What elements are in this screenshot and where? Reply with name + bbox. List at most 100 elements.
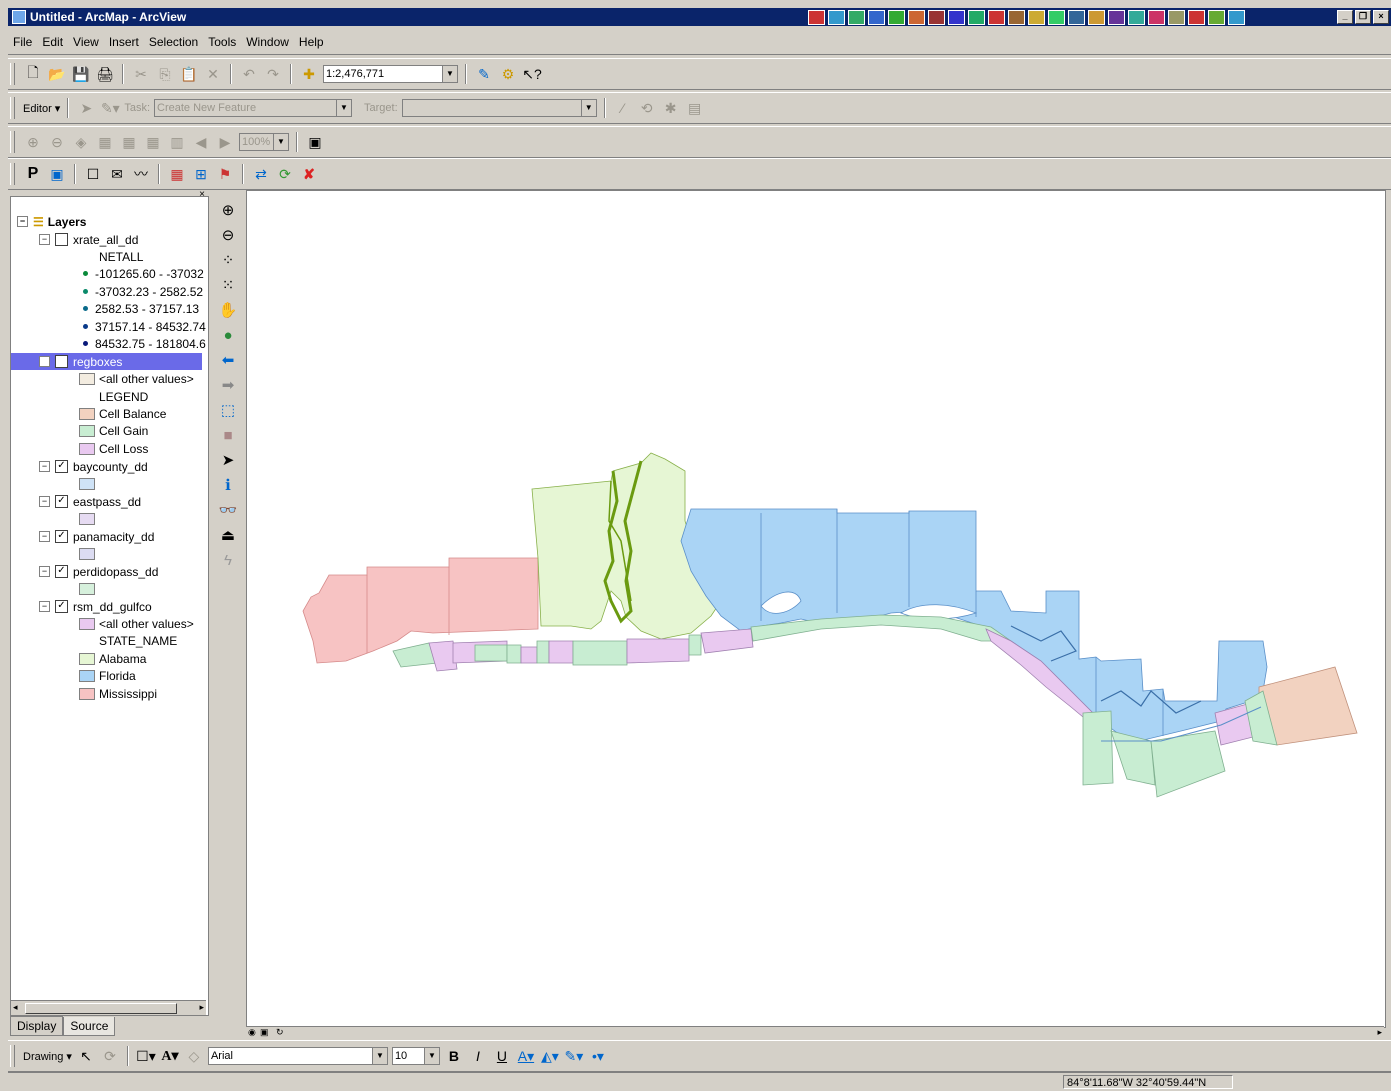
- layer-visibility-checkbox[interactable]: ✓: [55, 495, 68, 508]
- line-color-icon[interactable]: ✎▾: [564, 1046, 584, 1066]
- select-elements-icon[interactable]: ↖: [76, 1046, 96, 1066]
- p-tool-button[interactable]: P: [23, 164, 43, 184]
- edit-tool-arrow-icon[interactable]: ➤: [76, 98, 96, 118]
- menu-window[interactable]: Window: [241, 35, 294, 49]
- new-text-icon[interactable]: A▾: [160, 1046, 180, 1066]
- measure-icon[interactable]: ⏏: [218, 525, 238, 545]
- rectangle-icon[interactable]: ☐: [83, 164, 103, 184]
- collapse-icon[interactable]: −: [39, 356, 50, 367]
- map-horizontal-scrollbar[interactable]: ◉ ▣ ↻ ▸: [246, 1026, 1384, 1039]
- menu-insert[interactable]: Insert: [104, 35, 144, 49]
- new-document-icon[interactable]: 🗋: [23, 64, 43, 84]
- zoom-in-icon[interactable]: ⊕: [218, 200, 238, 220]
- copy-icon[interactable]: ⎘: [155, 64, 175, 84]
- full-extent-globe-icon[interactable]: ●: [218, 325, 238, 345]
- identify-icon[interactable]: ℹ: [218, 475, 238, 495]
- underline-button[interactable]: U: [492, 1046, 512, 1066]
- collapse-icon[interactable]: −: [39, 461, 50, 472]
- table-icon[interactable]: ▥: [167, 132, 187, 152]
- edit-vertices-icon[interactable]: ◇: [184, 1046, 204, 1066]
- find-binoculars-icon[interactable]: 👓: [218, 500, 238, 520]
- menu-view[interactable]: View: [68, 35, 104, 49]
- italic-button[interactable]: I: [468, 1046, 488, 1066]
- layer-panamacity-dd[interactable]: − ✓ panamacity_dd: [39, 528, 154, 545]
- map-display[interactable]: [246, 190, 1386, 1028]
- chevron-down-icon[interactable]: ▼: [371, 1048, 387, 1064]
- grid-icon[interactable]: ▦: [119, 132, 139, 152]
- envelope-icon[interactable]: ✉: [107, 164, 127, 184]
- chevron-down-icon[interactable]: ▼: [336, 100, 352, 116]
- data-view-icon[interactable]: ◉: [248, 1027, 256, 1038]
- paste-icon[interactable]: 📋: [179, 64, 199, 84]
- tab-display[interactable]: Display: [10, 1016, 64, 1036]
- grid-icon[interactable]: ▦: [95, 132, 115, 152]
- collapse-icon[interactable]: −: [17, 216, 28, 227]
- drawing-menu-button[interactable]: Drawing ▾: [23, 1050, 72, 1063]
- edit-table-icon[interactable]: ▦: [167, 164, 187, 184]
- select-grid-icon[interactable]: ⊞: [191, 164, 211, 184]
- back-arrow-icon[interactable]: ⬅: [218, 350, 238, 370]
- add-data-icon[interactable]: ✚: [299, 64, 319, 84]
- hyperlink-lightning-icon[interactable]: ϟ: [218, 550, 238, 570]
- split-tool-icon[interactable]: ⁄: [613, 98, 633, 118]
- layer-visibility-checkbox[interactable]: ✓: [55, 530, 68, 543]
- cut-icon[interactable]: ✂: [131, 64, 151, 84]
- identify-features-icon[interactable]: ▣: [305, 132, 325, 152]
- sketch-pencil-icon[interactable]: ✎▾: [100, 98, 120, 118]
- select-features-icon[interactable]: ⬚: [218, 400, 238, 420]
- collapse-icon[interactable]: −: [39, 566, 50, 577]
- layer-visibility-checkbox[interactable]: ✓: [55, 600, 68, 613]
- layer-visibility-checkbox[interactable]: ✓: [55, 460, 68, 473]
- map-tool-icon[interactable]: ▣: [47, 164, 67, 184]
- editor-toolbar-icon[interactable]: ✎: [474, 64, 494, 84]
- layer-visibility-checkbox[interactable]: [55, 233, 68, 246]
- menu-tools[interactable]: Tools: [203, 35, 241, 49]
- layer-icon[interactable]: ◈: [71, 132, 91, 152]
- layer-xrate-all-dd[interactable]: − xrate_all_dd: [39, 231, 138, 248]
- clear-selection-icon[interactable]: ■: [218, 425, 238, 445]
- delete-x-icon[interactable]: ✘: [299, 164, 319, 184]
- restore-button[interactable]: ❐: [1355, 10, 1371, 24]
- select-elements-arrow-icon[interactable]: ➤: [218, 450, 238, 470]
- layer-visibility-checkbox[interactable]: ✓: [55, 565, 68, 578]
- layer-perdidopass-dd[interactable]: − ✓ perdidopass_dd: [39, 563, 158, 580]
- font-combo[interactable]: Arial ▼: [207, 1047, 388, 1065]
- pan-hand-icon[interactable]: ✋: [218, 300, 238, 320]
- menu-file[interactable]: File: [8, 35, 37, 49]
- minimize-button[interactable]: _: [1337, 10, 1353, 24]
- forward-arrow-icon[interactable]: ➡: [218, 375, 238, 395]
- whats-this-help-icon[interactable]: ↖?: [522, 64, 542, 84]
- fixed-zoom-out-icon[interactable]: ⁙: [218, 275, 238, 295]
- rotate-icon[interactable]: ⟳: [100, 1046, 120, 1066]
- scroll-right-icon[interactable]: ▸: [199, 1002, 204, 1013]
- chevron-down-icon[interactable]: ▼: [580, 100, 596, 116]
- arctoolbox-icon[interactable]: ⚙: [498, 64, 518, 84]
- layer-baycounty-dd[interactable]: − ✓ baycounty_dd: [39, 458, 148, 475]
- target-combo[interactable]: ▼: [401, 99, 597, 117]
- tab-source[interactable]: Source: [63, 1017, 116, 1036]
- map-canvas[interactable]: [247, 191, 1385, 1027]
- map-scale-combo[interactable]: 1:2,476,771 ▼: [323, 65, 458, 83]
- fill-color-icon[interactable]: ◭▾: [540, 1046, 560, 1066]
- chevron-down-icon[interactable]: ▼: [442, 66, 457, 82]
- zoom-in-fixed-icon[interactable]: ⊕: [23, 132, 43, 152]
- rotate-tool-icon[interactable]: ⟲: [637, 98, 657, 118]
- chevron-down-icon[interactable]: ▼: [273, 134, 288, 150]
- grid-icon[interactable]: ▦: [143, 132, 163, 152]
- save-icon[interactable]: 💾: [71, 64, 91, 84]
- refresh-icon[interactable]: ⟳: [275, 164, 295, 184]
- fixed-zoom-in-icon[interactable]: ⁘: [218, 250, 238, 270]
- layout-view-icon[interactable]: ▣: [260, 1027, 269, 1038]
- layer-eastpass-dd[interactable]: − ✓ eastpass_dd: [39, 493, 141, 510]
- attributes-icon[interactable]: ▤: [685, 98, 705, 118]
- swap-arrows-icon[interactable]: ⇄: [251, 164, 271, 184]
- refresh-view-icon[interactable]: ↻: [276, 1027, 284, 1038]
- line-chart-icon[interactable]: 〰: [131, 164, 151, 184]
- menu-selection[interactable]: Selection: [144, 35, 203, 49]
- editor-menu-button[interactable]: Editor ▾: [23, 102, 60, 115]
- menu-help[interactable]: Help: [294, 35, 329, 49]
- collapse-icon[interactable]: −: [39, 531, 50, 542]
- scroll-thumb[interactable]: [25, 1003, 177, 1014]
- zoom-combo[interactable]: 100% ▼: [239, 133, 289, 151]
- scroll-left-icon[interactable]: ◂: [13, 1002, 18, 1013]
